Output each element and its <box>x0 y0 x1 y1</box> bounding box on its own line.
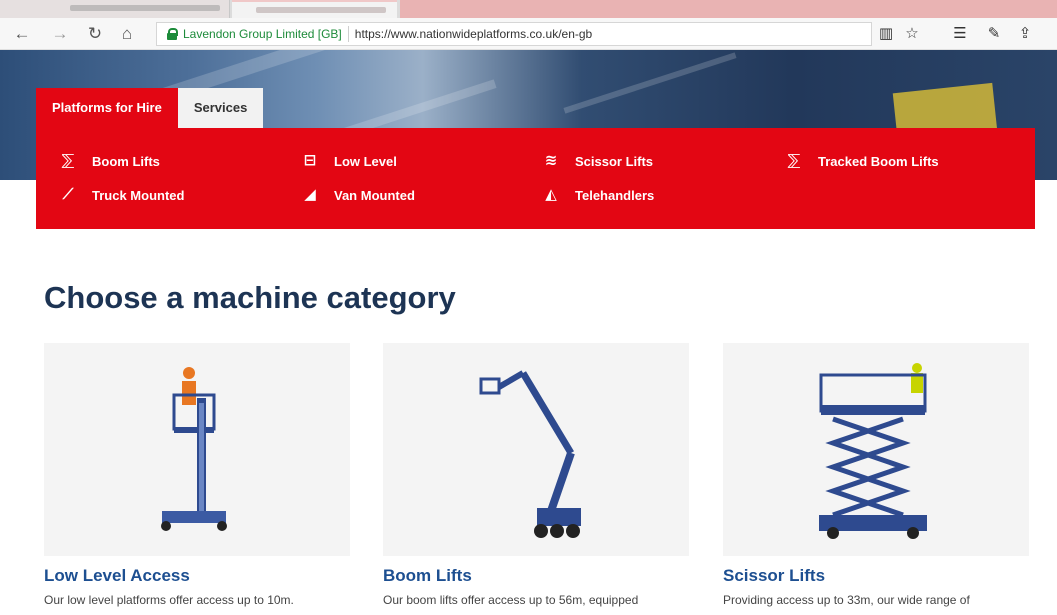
favorites-hub-icon[interactable]: ☰ <box>950 24 970 44</box>
browser-tab-strip <box>0 0 1057 18</box>
lock-icon <box>167 28 178 40</box>
reading-view-icon[interactable]: ▥ <box>876 24 896 44</box>
pen-icon[interactable]: ✎ <box>984 24 1004 44</box>
low-level-machine-image[interactable] <box>44 343 350 556</box>
van-mounted-icon: ◢ <box>304 186 316 203</box>
category-card-scissor-lifts[interactable]: Scissor Lifts Providing access up to 33m… <box>723 343 1029 607</box>
browser-toolbar: ← → ↻ ⌂ Lavendon Group Limited [GB] http… <box>0 18 1057 50</box>
tracked-boom-lift-icon: ⅀ <box>787 152 801 169</box>
boom-lift-icon: ⅀ <box>61 152 75 169</box>
telehandler-icon: ◭ <box>545 186 557 203</box>
card-description: Our boom lifts offer access up to 56m, e… <box>383 593 639 607</box>
menu-item-tracked-boom-lifts[interactable]: ⅀ Tracked Boom Lifts <box>784 151 939 171</box>
forward-icon[interactable]: → <box>50 24 70 44</box>
low-level-icon: ⊟ <box>303 152 317 169</box>
menu-item-van-mounted[interactable]: ◢ Van Mounted <box>300 185 415 205</box>
share-icon[interactable]: ⇪ <box>1015 24 1035 44</box>
address-separator <box>347 26 349 42</box>
platforms-menu: ⅀ Boom Lifts ⊟ Low Level ≋ Scissor Lifts… <box>36 128 1035 229</box>
boom-lift-machine-image[interactable] <box>383 343 689 556</box>
card-description: Providing access up to 33m, our wide ran… <box>723 593 970 607</box>
menu-item-label: Tracked Boom Lifts <box>818 153 939 169</box>
card-description: Our low level platforms offer access up … <box>44 593 294 607</box>
menu-item-scissor-lifts[interactable]: ≋ Scissor Lifts <box>541 151 653 171</box>
card-title[interactable]: Boom Lifts <box>383 566 689 586</box>
tab-platforms-for-hire[interactable]: Platforms for Hire <box>36 88 178 128</box>
menu-item-label: Van Mounted <box>334 187 415 203</box>
scissor-lift-machine-image[interactable] <box>723 343 1029 556</box>
browser-tab-3[interactable] <box>400 0 1057 18</box>
menu-item-label: Telehandlers <box>575 187 655 203</box>
home-icon[interactable]: ⌂ <box>117 24 137 44</box>
back-icon[interactable]: ← <box>12 24 32 44</box>
browser-tab-active[interactable] <box>232 0 397 18</box>
menu-item-truck-mounted[interactable]: ⟋ Truck Mounted <box>58 185 185 205</box>
page-title: Choose a machine category <box>44 280 456 315</box>
menu-item-label: Low Level <box>334 153 397 169</box>
menu-item-boom-lifts[interactable]: ⅀ Boom Lifts <box>58 151 160 171</box>
category-card-boom-lifts[interactable]: Boom Lifts Our boom lifts offer access u… <box>383 343 689 607</box>
refresh-icon[interactable]: ↻ <box>85 24 105 44</box>
truck-mounted-icon: ⟋ <box>62 186 74 203</box>
menu-item-label: Boom Lifts <box>92 153 160 169</box>
card-title[interactable]: Scissor Lifts <box>723 566 1029 586</box>
menu-item-label: Truck Mounted <box>92 187 185 203</box>
category-tabs: Platforms for Hire Services <box>36 88 264 128</box>
menu-item-telehandlers[interactable]: ◭ Telehandlers <box>541 185 654 205</box>
certificate-name[interactable]: Lavendon Group Limited [GB] <box>183 27 342 41</box>
scissor-lift-icon: ≋ <box>544 152 558 169</box>
address-bar[interactable]: Lavendon Group Limited [GB] https://www.… <box>156 22 872 46</box>
browser-tab-1[interactable] <box>0 0 230 18</box>
favorite-star-icon[interactable]: ☆ <box>902 24 922 44</box>
tab-services[interactable]: Services <box>177 88 264 128</box>
menu-item-low-level[interactable]: ⊟ Low Level <box>300 151 397 171</box>
category-card-low-level[interactable]: Low Level Access Our low level platforms… <box>44 343 350 607</box>
card-title[interactable]: Low Level Access <box>44 566 350 586</box>
url-text[interactable]: https://www.nationwideplatforms.co.uk/en… <box>355 27 592 41</box>
menu-item-label: Scissor Lifts <box>575 153 654 169</box>
